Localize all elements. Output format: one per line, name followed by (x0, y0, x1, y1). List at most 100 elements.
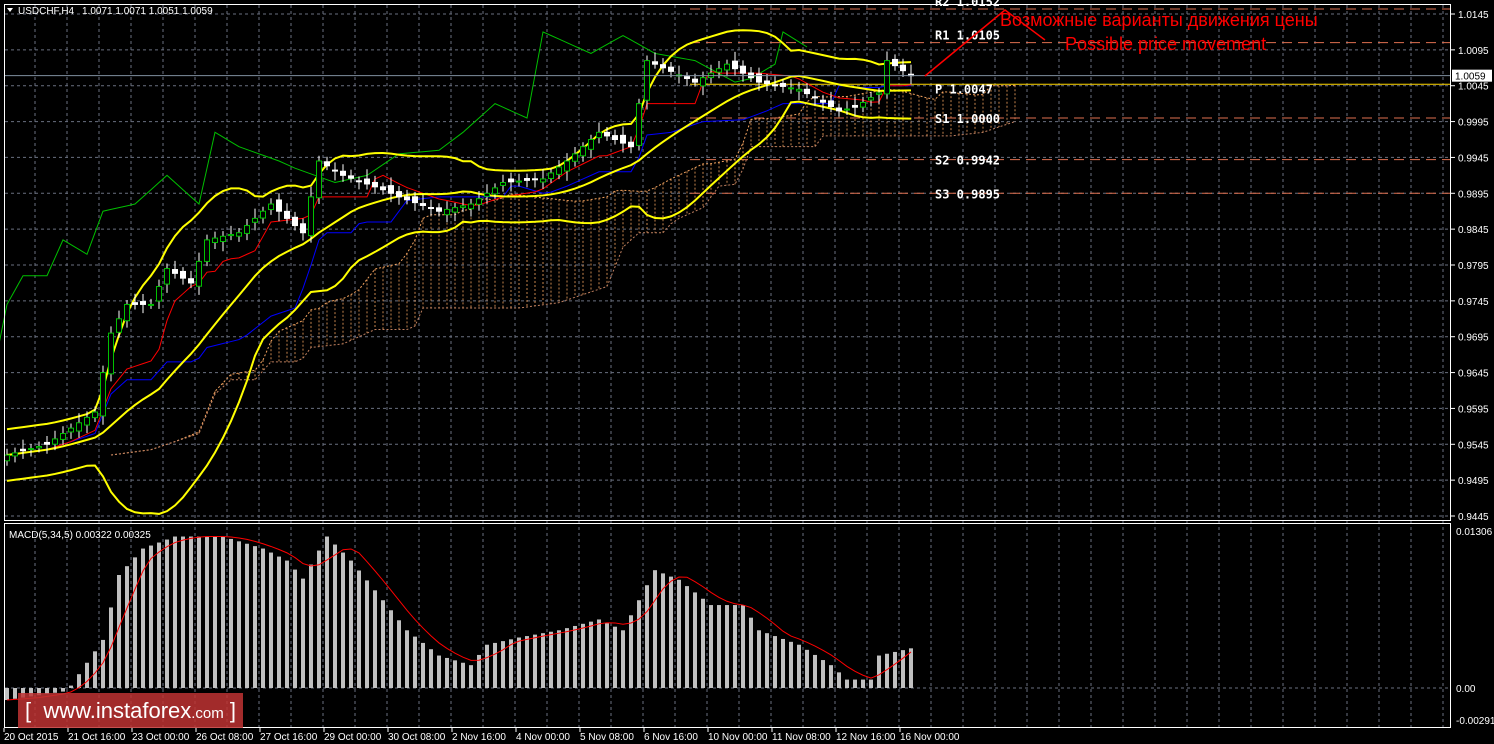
candle-body (684, 76, 690, 80)
price-chart[interactable]: R2 1.0152R1 1.0105 P 1.0047S1 1.0000S2 0… (0, 0, 1494, 744)
candle-body (180, 270, 186, 279)
candle-body (868, 97, 874, 101)
candle-body (60, 433, 66, 440)
macd-bar (461, 662, 465, 688)
macd-bar (709, 605, 713, 688)
pivot-label: S2 0.9942 (935, 154, 1000, 168)
price-tick-label: 0.9495 (1458, 476, 1489, 487)
macd-bar (909, 648, 913, 688)
candle-body (420, 203, 426, 206)
macd-bar (533, 634, 537, 688)
macd-bar (373, 590, 377, 688)
candle-body (796, 88, 802, 92)
macd-bar (493, 642, 497, 688)
price-tick-label: 0.9995 (1458, 118, 1489, 129)
macd-tick-label: 0.00 (1456, 684, 1476, 695)
candle-body (716, 68, 722, 73)
candle-body (476, 198, 482, 205)
macd-bar (597, 619, 601, 688)
watermark-text: www.instaforex (43, 698, 192, 723)
candle-body (380, 186, 386, 191)
candle-body (404, 196, 410, 201)
candle-body (492, 187, 498, 195)
candle-body (628, 141, 634, 148)
candle-body (812, 96, 818, 99)
candle-body (468, 203, 474, 210)
candle-body (172, 269, 178, 274)
candle-body (692, 78, 698, 83)
macd-bar (877, 655, 881, 688)
candle-body (164, 268, 170, 285)
macd-bar (773, 636, 777, 688)
time-tick-label: 5 Nov 08:00 (580, 732, 634, 743)
candle-body (92, 411, 98, 419)
candle-body (396, 191, 402, 198)
senkou-a (110, 84, 1016, 456)
candle-body (548, 172, 554, 179)
candle-body (484, 192, 490, 197)
macd-bar (221, 536, 225, 688)
macd-bar (765, 633, 769, 688)
macd-bar (229, 538, 233, 688)
macd-bar (685, 586, 689, 688)
pivot-levels: R2 1.0152R1 1.0105 P 1.0047S1 1.0000S2 0… (690, 0, 1450, 201)
time-tick-label: 6 Nov 16:00 (644, 732, 698, 743)
candles (4, 51, 914, 466)
macd-bar (13, 688, 17, 699)
macd-tick-label: -0.00291 (1456, 716, 1494, 727)
macd-bar (445, 657, 449, 688)
candle-body (52, 438, 58, 445)
macd-bar (829, 665, 833, 688)
candle-body (244, 225, 250, 234)
macd-bar (501, 641, 505, 688)
dropdown-icon[interactable] (7, 8, 13, 12)
candle-body (308, 196, 314, 237)
candle-body (316, 160, 322, 199)
candle-body (36, 445, 42, 449)
macd-bar (629, 615, 633, 688)
macd-bar (557, 630, 561, 688)
macd-bar (669, 576, 673, 688)
candle-body (204, 239, 210, 262)
candle-body (860, 101, 866, 108)
candle-body (604, 131, 610, 137)
candle-body (28, 448, 34, 451)
macd-tick-label: 0.01306 (1456, 527, 1493, 538)
candle-body (844, 108, 850, 111)
macd-bar (589, 621, 593, 688)
macd-bar (309, 564, 313, 688)
watermark-suffix: .com (191, 705, 224, 722)
macd-bar (317, 550, 321, 688)
candle-body (884, 60, 890, 95)
price-tick-label: 0.9895 (1458, 189, 1489, 200)
candle-body (636, 103, 642, 146)
candle-body (596, 131, 602, 139)
macd-pane (5, 536, 913, 701)
candle-body (780, 82, 786, 87)
candle-body (428, 207, 434, 210)
ichimoku-cloud (110, 84, 1016, 456)
macd-bar (61, 688, 65, 692)
candle-body (76, 422, 82, 432)
candle-body (212, 237, 218, 244)
candle-body (260, 210, 266, 219)
candle-body (108, 332, 114, 375)
macd-bar (717, 605, 721, 688)
macd-bar (517, 637, 521, 688)
candle-body (252, 217, 258, 223)
candle-body (268, 203, 274, 211)
candle-body (148, 303, 154, 306)
candle-body (644, 60, 650, 101)
macd-bar (357, 570, 361, 688)
candle-body (652, 61, 658, 65)
macd-bar (525, 636, 529, 688)
candle-body (804, 88, 810, 95)
macd-bar (797, 644, 801, 688)
price-tick-label: 0.9545 (1458, 440, 1489, 451)
time-tick-label: 23 Oct 00:00 (132, 732, 190, 743)
candle-body (524, 178, 530, 181)
macd-bar (781, 638, 785, 688)
macd-bar (421, 642, 425, 688)
price-tick-label: 1.0145 (1458, 10, 1489, 21)
macd-bar (837, 672, 841, 688)
